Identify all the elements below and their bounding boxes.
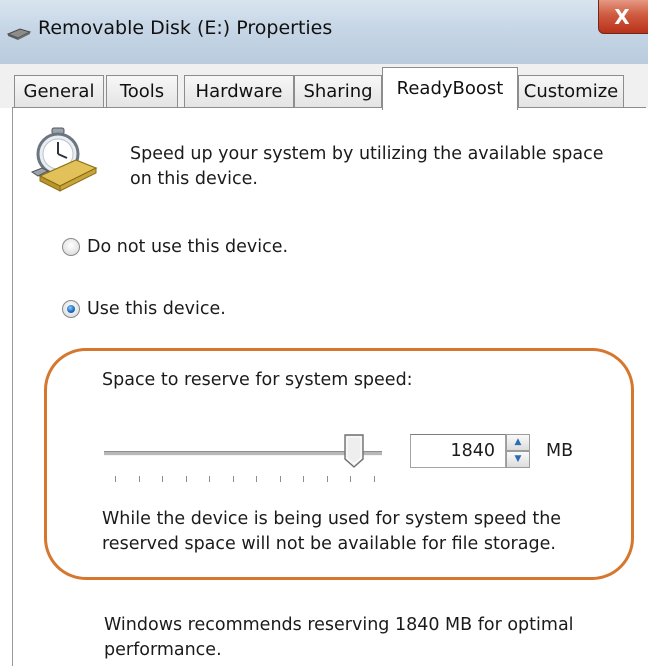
option-do-not-use[interactable]: Do not use this device. — [62, 235, 288, 259]
reserve-label: Space to reserve for system speed: — [102, 370, 413, 390]
title-bar: Removable Disk (E:) Properties — [0, 0, 648, 64]
slider-tick — [115, 476, 116, 482]
radio-use-device[interactable] — [62, 300, 80, 318]
reserve-amount-input[interactable]: 1840 — [410, 434, 506, 468]
spin-down-button[interactable]: ▼ — [506, 451, 530, 468]
reserve-slider-thumb[interactable] — [343, 433, 365, 469]
radio-do-not-use[interactable] — [62, 238, 80, 256]
slider-tick — [185, 476, 187, 482]
intro-text: Speed up your system by utilizing the av… — [130, 144, 604, 189]
option-use-device[interactable]: Use this device. — [62, 297, 226, 321]
option-label: Use this device. — [87, 299, 226, 319]
reserve-slider-track[interactable] — [104, 451, 382, 456]
tab-sharing[interactable]: Sharing — [294, 75, 382, 107]
spin-up-button[interactable]: ▲ — [506, 434, 530, 451]
slider-tick — [373, 476, 375, 482]
slider-tick — [138, 476, 140, 482]
close-button[interactable]: X — [598, 0, 648, 34]
close-icon: X — [614, 5, 630, 29]
tab-hardware[interactable]: Hardware — [184, 75, 294, 107]
slider-tick — [232, 476, 234, 482]
slider-tick — [279, 476, 281, 482]
tab-customize[interactable]: Customize — [518, 75, 624, 107]
tab-divider — [12, 107, 646, 108]
option-label: Do not use this device. — [87, 237, 289, 257]
reserve-warning: While the device is being used for syste… — [102, 509, 562, 554]
slider-tick — [162, 476, 163, 482]
arrow-up-icon: ▲ — [514, 437, 522, 447]
slider-tick — [350, 476, 351, 482]
readyboost-stopwatch-icon — [30, 127, 98, 192]
removable-drive-icon — [6, 28, 32, 40]
slider-tick — [209, 476, 210, 482]
recommendation-text: Windows recommends reserving 1840 MB for… — [104, 615, 574, 660]
panel-border — [12, 108, 13, 666]
window-title: Removable Disk (E:) Properties — [38, 17, 333, 39]
arrow-down-icon: ▼ — [514, 454, 522, 464]
tab-tools[interactable]: Tools — [106, 75, 178, 107]
unit-label: MB — [546, 441, 574, 461]
reserve-spinner: ▲ ▼ — [506, 434, 530, 468]
tab-readyboost[interactable]: ReadyBoost — [382, 67, 518, 110]
tab-general[interactable]: General — [14, 75, 104, 107]
slider-tick — [326, 476, 328, 482]
slider-tick — [303, 476, 304, 482]
slider-tick — [256, 476, 257, 482]
